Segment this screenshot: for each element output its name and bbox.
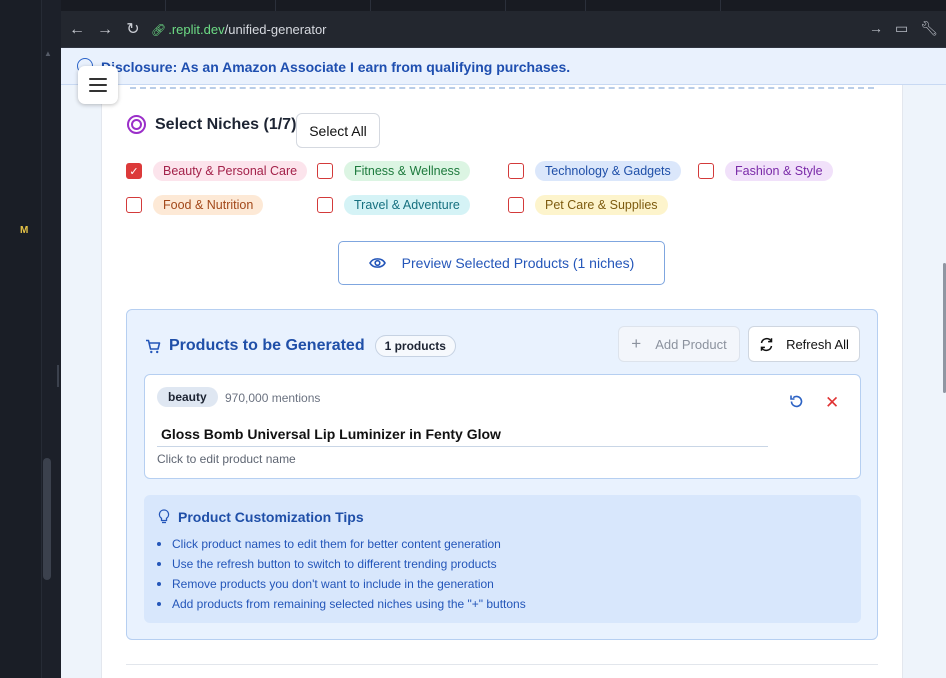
cart-icon [146,339,161,353]
link-icon: 🔗︎ [151,23,167,37]
niche-label: Food & Nutrition [153,195,264,215]
tip-item: Remove products you don't want to includ… [157,575,526,595]
select-all-button[interactable]: Select All [296,113,380,148]
browser-tab[interactable] [506,0,586,11]
refresh-all-label: Refresh All [786,336,849,352]
browser-tab[interactable] [166,0,276,11]
niche-option-travel[interactable]: Travel & Adventure [317,195,470,215]
product-count-badge: 1 products [374,335,456,357]
page-viewport: Disclosure: As an Amazon Associate I ear… [61,48,946,678]
wrench-icon[interactable]: 🔧︎ [920,20,938,37]
niche-option-fashion[interactable]: Fashion & Style [698,161,833,181]
niche-option-food[interactable]: Food & Nutrition [126,195,264,215]
hamburger-menu-button[interactable] [78,66,118,104]
generator-card: Select Niches (1/7) Select All ✓ Beauty … [101,85,903,678]
niche-option-fitness[interactable]: Fitness & Wellness [317,161,471,181]
tips-header: Product Customization Tips [158,509,364,525]
url-field[interactable]: 🔗︎ .replit.dev/unified-generator [151,22,327,37]
disclosure-banner: Disclosure: As an Amazon Associate I ear… [61,48,946,85]
product-card: beauty 970,000 mentions Click to edit pr… [144,374,861,479]
url-host: .replit.dev [168,22,225,37]
niche-label: Pet Care & Supplies [535,195,668,215]
url-path: /unified-generator [224,22,327,37]
browser-tab[interactable] [371,0,506,11]
menu-line [89,90,107,92]
products-header: Products to be Generated 1 products [145,335,456,357]
niche-option-pet-care[interactable]: Pet Care & Supplies [508,195,668,215]
refresh-all-button[interactable]: Refresh All [748,326,860,362]
niche-checkbox[interactable] [508,197,524,213]
niche-option-beauty[interactable]: ✓ Beauty & Personal Care [126,161,308,181]
section-divider [126,664,878,665]
forward-arrow-icon[interactable]: → [95,20,115,40]
go-arrow-icon[interactable]: → [869,20,883,37]
niche-checkbox[interactable] [317,163,333,179]
ide-scrollbar[interactable] [43,458,51,580]
browser-tab[interactable] [276,0,371,11]
preview-label: Preview Selected Products (1 niches) [401,255,635,271]
plus-icon: + [631,334,642,353]
add-product-button[interactable]: + Add Product [618,326,740,362]
tips-box: Product Customization Tips Click product… [144,495,861,623]
niche-label: Fitness & Wellness [344,161,471,181]
tips-list: Click product names to edit them for bet… [157,535,526,615]
mentions-count: 970,000 mentions [225,391,321,405]
niche-label: Travel & Adventure [344,195,470,215]
ide-sidebar: M ▲ [0,0,61,678]
preview-products-button[interactable]: Preview Selected Products (1 niches) [338,241,665,285]
niche-option-technology[interactable]: Technology & Gadgets [508,161,681,181]
niche-checkbox[interactable] [698,163,714,179]
menu-line [89,78,107,80]
browser-tab[interactable] [61,0,166,11]
product-name-input[interactable] [157,421,768,447]
lightbulb-icon [158,509,170,524]
refresh-icon [760,337,773,351]
niche-checkbox[interactable] [508,163,524,179]
browser-tab[interactable] [586,0,721,11]
ide-activity-bar [0,0,42,678]
rotate-ccw-icon[interactable] [789,394,804,409]
tip-item: Use the refresh button to switch to diff… [157,555,526,575]
browser-address-bar: ← → ↻ 🔗︎ .replit.dev/unified-generator → … [61,11,946,48]
niche-checkbox[interactable]: ✓ [126,163,142,179]
target-icon [127,115,146,134]
remove-product-icon[interactable]: ✕ [825,393,839,413]
edit-hint: Click to edit product name [157,452,296,466]
ide-marker-label: M [20,225,29,236]
disclosure-text: Disclosure: As an Amazon Associate I ear… [101,59,571,75]
menu-line [89,84,107,86]
tip-item: Add products from remaining selected nic… [157,595,526,615]
niche-label: Technology & Gadgets [535,161,681,181]
niche-title: Select Niches (1/7) [155,115,297,133]
niche-checkbox[interactable] [317,197,333,213]
dashed-divider [130,85,874,89]
eye-icon [368,258,386,268]
products-title: Products to be Generated [169,337,365,354]
reload-icon[interactable]: ↻ [123,20,143,40]
scroll-up-arrow-icon[interactable]: ▲ [44,49,52,58]
tip-item: Click product names to edit them for bet… [157,535,526,555]
add-product-label: Add Product [655,336,727,352]
browser-tab-bar [61,0,946,11]
monitor-icon[interactable]: ▭ [895,20,908,37]
panel-resize-handle[interactable] [57,365,59,387]
niche-label: Beauty & Personal Care [153,161,308,181]
niche-label: Fashion & Style [725,161,833,181]
tips-title: Product Customization Tips [178,509,364,525]
products-panel: Products to be Generated 1 products + Ad… [126,309,878,640]
back-arrow-icon[interactable]: ← [67,20,87,40]
niche-checkbox[interactable] [126,197,142,213]
category-badge: beauty [157,387,218,407]
niche-header: Select Niches (1/7) [127,115,296,134]
